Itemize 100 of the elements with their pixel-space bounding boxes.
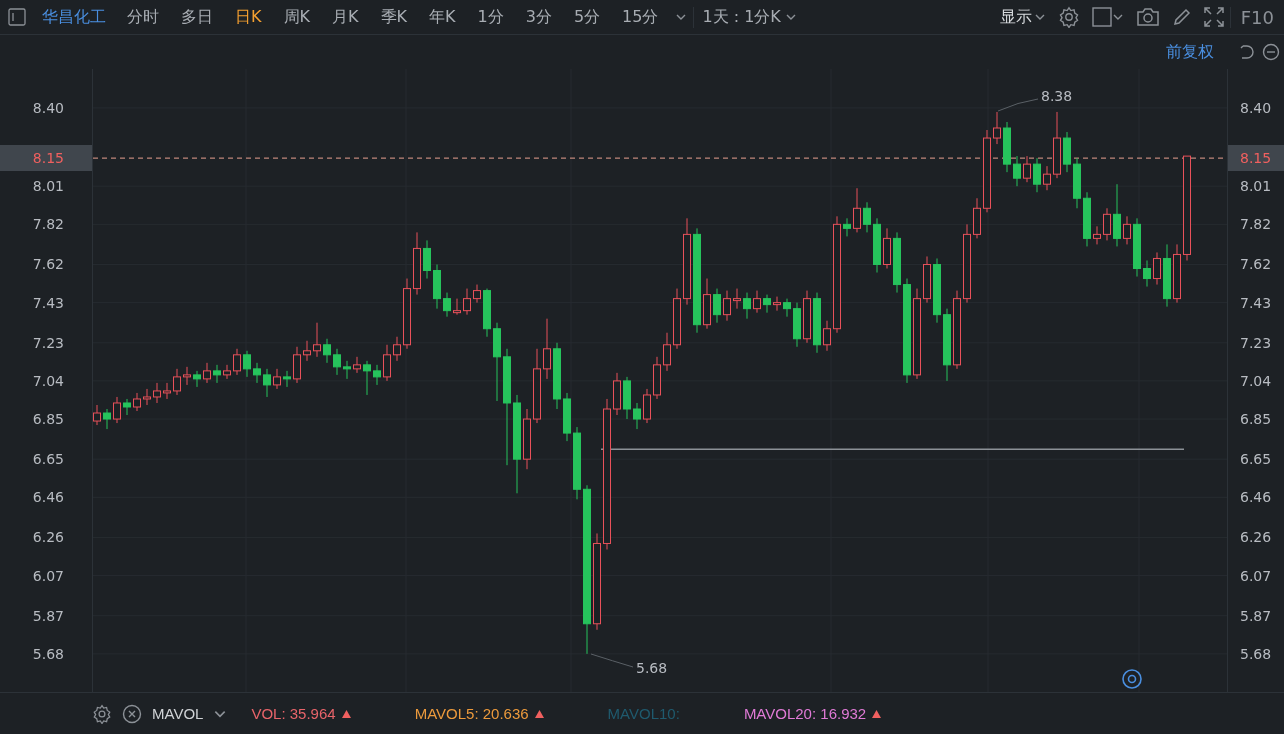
period-tab[interactable]: 5分 <box>562 6 612 28</box>
candlestick <box>323 338 331 364</box>
candlestick <box>233 348 241 376</box>
price-axis-label: 8.01 <box>1240 178 1272 195</box>
price-axis-label: 7.23 <box>1240 334 1272 351</box>
candlestick <box>103 408 111 430</box>
camera-icon <box>1135 7 1160 27</box>
candlestick <box>1113 183 1121 247</box>
candlestick <box>123 398 131 416</box>
settings-icon[interactable] <box>92 703 112 724</box>
close-icon[interactable] <box>122 703 142 724</box>
candlestick <box>763 294 771 314</box>
candlestick <box>1133 217 1141 278</box>
price-axis-label: 5.87 <box>32 607 64 624</box>
candlestick <box>483 288 491 338</box>
price-axis-label: 8.40 <box>1240 99 1272 116</box>
period-tab[interactable]: 周K <box>272 6 321 28</box>
price-axis-label: 7.62 <box>32 256 64 273</box>
candlestick <box>363 360 371 396</box>
price-axis-label: 5.87 <box>1240 607 1272 624</box>
candlestick <box>993 111 1001 145</box>
candlestick <box>1163 243 1171 308</box>
candlestick <box>1063 131 1071 173</box>
price-axis-label: 5.68 <box>1240 645 1272 662</box>
price-axis-label: 7.62 <box>1240 256 1272 273</box>
period-tab[interactable]: 分时 <box>116 6 170 28</box>
adjust-mode-button[interactable]: 前复权 <box>1160 40 1220 64</box>
price-axis-label: 6.85 <box>1240 411 1272 428</box>
candlestick <box>643 388 651 424</box>
candlestick <box>743 292 751 320</box>
indicator-value: MAVOL10: <box>607 705 680 722</box>
candlestick <box>553 342 561 410</box>
period-tab[interactable]: 15分 <box>611 6 670 28</box>
candlestick <box>893 231 901 294</box>
indicator-value: VOL: 35.964 <box>251 705 336 722</box>
price-axis-label: 6.46 <box>32 489 64 506</box>
price-axis-label: 6.07 <box>32 567 64 584</box>
candlestick <box>873 217 881 273</box>
candlestick <box>563 392 571 442</box>
minus-circle-icon[interactable] <box>1262 43 1280 61</box>
current-price-label: 8.15 <box>0 145 92 172</box>
candlestick <box>1023 155 1031 183</box>
candlestick <box>143 388 151 406</box>
candlestick <box>343 360 351 380</box>
leader-line <box>997 98 1039 112</box>
candlestick <box>423 239 431 280</box>
candlestick <box>1003 121 1011 173</box>
price-axis-label: 7.82 <box>1240 216 1272 233</box>
candlestick <box>623 376 631 420</box>
price-axis-label: 6.65 <box>32 451 64 468</box>
fullscreen-icon <box>1203 7 1224 27</box>
candlestick <box>1053 111 1061 179</box>
candlestick <box>333 348 341 376</box>
period-tab[interactable]: 日K <box>224 6 273 28</box>
candlestick <box>113 396 121 424</box>
price-axis-label: 7.43 <box>1240 294 1272 311</box>
settings-icon <box>1057 6 1080 28</box>
price-axis-label: 8.01 <box>32 178 64 195</box>
sidebar-toggle-icon[interactable] <box>8 8 26 26</box>
period-tab[interactable]: 季K <box>369 6 418 28</box>
candlestick <box>843 217 851 237</box>
candlestick <box>93 404 101 426</box>
stock-name[interactable]: 华昌化工 <box>42 6 106 28</box>
candlestick <box>933 257 941 324</box>
price-axis-label: 7.23 <box>32 334 64 351</box>
candlestick <box>633 402 641 430</box>
pencil-icon <box>1171 7 1192 27</box>
candlestick <box>1013 155 1021 187</box>
price-axis-label: 7.82 <box>32 216 64 233</box>
price-axis-label: 8.40 <box>32 99 64 116</box>
candlestick <box>353 356 361 374</box>
interval-picker[interactable]: 1天 : 1分K <box>693 6 805 28</box>
price-axis-label: 6.65 <box>1240 451 1272 468</box>
period-tab[interactable]: 3分 <box>514 6 563 28</box>
leader-line <box>590 653 634 668</box>
candlestick <box>433 264 441 310</box>
price-axis-label: 7.04 <box>1240 372 1272 389</box>
candlestick <box>253 362 261 384</box>
candlestick <box>713 288 721 324</box>
candlestick <box>373 364 381 386</box>
period-tab[interactable]: 多日 <box>170 6 224 28</box>
square-icon <box>1091 7 1112 27</box>
price-axis-label: 6.26 <box>32 529 64 546</box>
candlestick <box>1033 157 1041 193</box>
f10-button[interactable]: F10 <box>1229 6 1284 28</box>
candlestick <box>443 292 451 318</box>
candlestick <box>263 368 271 398</box>
price-axis-label: 6.85 <box>32 411 64 428</box>
candlestick <box>283 370 291 388</box>
undo-icon[interactable] <box>1238 43 1256 61</box>
period-tab[interactable]: 1分 <box>466 6 515 28</box>
candlestick <box>213 364 221 384</box>
indicator-name[interactable]: MAVOL <box>152 705 204 722</box>
period-tab[interactable]: 月K <box>321 6 370 28</box>
period-tab[interactable]: 年K <box>418 6 467 28</box>
low-price-label: 5.68 <box>636 660 668 676</box>
display-menu[interactable]: 显示 <box>993 6 1052 28</box>
price-axis-label: 7.43 <box>32 294 64 311</box>
candlestick <box>783 298 791 318</box>
candlestick <box>1083 191 1091 247</box>
